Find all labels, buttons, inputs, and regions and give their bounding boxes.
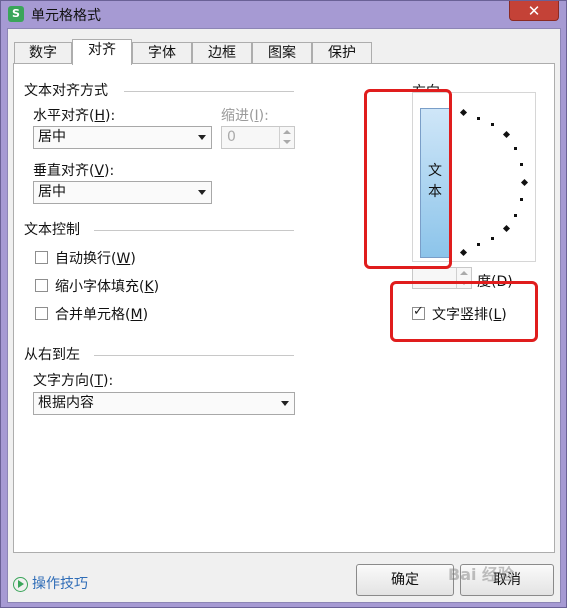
app-icon: S — [8, 6, 24, 22]
vertical-align-value: 居中 — [38, 184, 66, 200]
text-direction-value: 根据内容 — [38, 395, 94, 411]
tab-pattern[interactable]: 图案 — [252, 42, 312, 64]
angle-dot — [477, 243, 480, 246]
tips-link[interactable]: 操作技巧 — [13, 573, 88, 593]
indent-value: 0 — [227, 129, 236, 145]
alignment-section-title: 文本对齐方式 — [24, 83, 108, 99]
watermark: Bai 经验 — [448, 565, 515, 584]
indent-label: 缩进(I): — [221, 108, 269, 124]
text-direction-select[interactable]: 根据内容 — [33, 392, 295, 415]
title-bar[interactable]: S 单元格格式 ✕ — [1, 1, 566, 28]
angle-dot — [514, 147, 517, 150]
angle-marker-0[interactable] — [520, 178, 529, 187]
angle-dot — [520, 198, 523, 201]
dialog-window: S 单元格格式 ✕ 数字 对齐 字体 边框 图案 保护 文本对齐方式 水平对齐(… — [0, 0, 567, 608]
highlight-vertical-checkbox — [390, 281, 538, 342]
section-divider — [94, 230, 294, 231]
shrink-to-fit-checkbox[interactable] — [35, 279, 48, 292]
close-button[interactable]: ✕ — [509, 1, 559, 21]
tips-label: 操作技巧 — [32, 576, 88, 592]
angle-dot — [491, 123, 494, 126]
text-direction-label: 文字方向(T): — [33, 373, 114, 389]
merge-cells-label[interactable]: 合并单元格(M) — [55, 304, 148, 324]
indent-spin-buttons[interactable] — [279, 127, 294, 148]
tab-number[interactable]: 数字 — [14, 42, 72, 64]
spin-down-icon — [283, 140, 291, 144]
angle-marker-minus90[interactable] — [459, 248, 468, 257]
angle-dot — [491, 237, 494, 240]
shrink-to-fit-label[interactable]: 缩小字体填充(K) — [55, 276, 159, 296]
ok-button[interactable]: 确定 — [356, 564, 454, 596]
tab-border[interactable]: 边框 — [192, 42, 252, 64]
spin-up-icon — [283, 130, 291, 134]
wrap-text-checkbox[interactable] — [35, 251, 48, 264]
angle-marker-minus45[interactable] — [502, 224, 511, 233]
spin-up-icon — [460, 271, 468, 275]
angle-dot — [514, 214, 517, 217]
horizontal-align-value: 居中 — [38, 129, 66, 145]
window-title: 单元格格式 — [31, 8, 101, 24]
section-divider — [94, 355, 294, 356]
tab-alignment[interactable]: 对齐 — [72, 39, 132, 65]
section-divider — [124, 91, 294, 92]
angle-marker-45[interactable] — [502, 130, 511, 139]
vertical-align-label: 垂直对齐(V): — [33, 163, 115, 179]
dropdown-arrow-icon — [198, 190, 206, 195]
dialog-content: 数字 对齐 字体 边框 图案 保护 文本对齐方式 水平对齐(H): 居中 缩进(… — [7, 28, 561, 603]
tab-protection[interactable]: 保护 — [312, 42, 372, 64]
close-icon: ✕ — [527, 2, 541, 20]
horizontal-align-select[interactable]: 居中 — [33, 126, 212, 149]
angle-dot — [477, 117, 480, 120]
dropdown-arrow-icon — [281, 401, 289, 406]
rtl-section-title: 从右到左 — [24, 347, 80, 363]
merge-cells-checkbox[interactable] — [35, 307, 48, 320]
alignment-panel: 文本对齐方式 水平对齐(H): 居中 缩进(I): 0 垂直对齐(V): 居中 — [13, 63, 555, 553]
play-circle-icon — [13, 576, 28, 592]
dropdown-arrow-icon — [198, 135, 206, 140]
text-control-section-title: 文本控制 — [24, 222, 80, 238]
tab-font[interactable]: 字体 — [132, 42, 192, 64]
highlight-vertical-text-preview — [364, 89, 452, 269]
wrap-text-label[interactable]: 自动换行(W) — [55, 248, 136, 268]
indent-stepper[interactable]: 0 — [221, 126, 295, 149]
horizontal-align-label: 水平对齐(H): — [33, 108, 116, 124]
angle-marker-90[interactable] — [459, 108, 468, 117]
vertical-align-select[interactable]: 居中 — [33, 181, 212, 204]
angle-dot — [520, 163, 523, 166]
